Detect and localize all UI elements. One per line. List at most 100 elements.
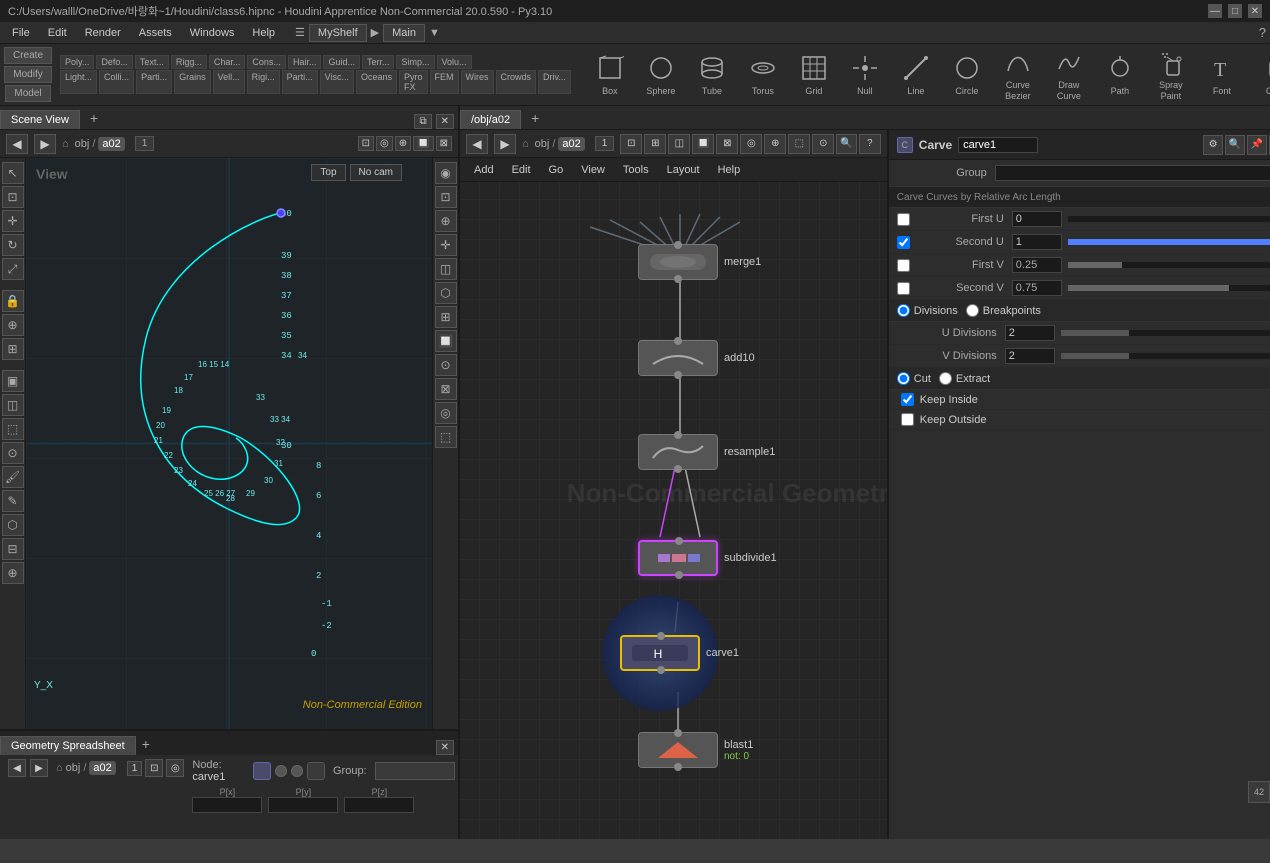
text-btn[interactable]: Text... <box>135 55 169 69</box>
rs-btn7[interactable]: ⊞ <box>435 306 457 328</box>
props-vdiv-input[interactable] <box>1005 348 1055 364</box>
fem-btn[interactable]: FEM <box>430 70 459 94</box>
props-pin-btn[interactable]: 📌 <box>1247 135 1267 155</box>
tool-curve-bezier[interactable]: Curve Bezier <box>993 46 1043 104</box>
defo-btn[interactable]: Defo... <box>96 55 133 69</box>
props-extract-label[interactable]: Extract <box>939 372 990 385</box>
geo-back-btn[interactable]: ◀ <box>8 759 26 777</box>
rs-btn11[interactable]: ◎ <box>435 402 457 424</box>
ne-menu-tools[interactable]: Tools <box>615 162 657 178</box>
node-subdivide1[interactable] <box>638 540 718 576</box>
side-view1[interactable]: ▣ <box>2 370 24 392</box>
menu-help[interactable]: Help <box>244 25 283 41</box>
side-sculpt[interactable]: ✎ <box>2 490 24 512</box>
cons-btn[interactable]: Cons... <box>247 55 286 69</box>
rs-btn10[interactable]: ⊠ <box>435 378 457 400</box>
simp-btn[interactable]: Simp... <box>396 55 434 69</box>
rs-btn8[interactable]: 🔲 <box>435 330 457 352</box>
create-btn[interactable]: Create <box>4 47 52 64</box>
ne-search-btn[interactable]: 🔍 <box>836 134 856 154</box>
rs-btn1[interactable]: ◉ <box>435 162 457 184</box>
side-select[interactable]: ↖ <box>2 162 24 184</box>
ne-icon1[interactable]: ⊡ <box>620 134 642 154</box>
hair-btn[interactable]: Hair... <box>288 55 322 69</box>
wires-btn[interactable]: Wires <box>461 70 494 94</box>
ne-menu-edit[interactable]: Edit <box>504 162 539 178</box>
side-blend[interactable]: ⬡ <box>2 514 24 536</box>
my-shelf-btn[interactable]: MyShelf <box>309 24 367 42</box>
ne-icon7[interactable]: ⊕ <box>764 134 786 154</box>
tool-box[interactable]: Box <box>585 46 635 104</box>
ne-icon9[interactable]: ⊙ <box>812 134 834 154</box>
side-scale[interactable]: ⤢ <box>2 258 24 280</box>
side-view2[interactable]: ◫ <box>2 394 24 416</box>
help-icon[interactable]: ? <box>1259 25 1266 40</box>
view-icon-2[interactable]: ◎ <box>376 136 393 151</box>
ne-menu-view[interactable]: View <box>573 162 613 178</box>
tab-node-editor[interactable]: /obj/a02 <box>460 110 521 129</box>
char-btn[interactable]: Char... <box>209 55 246 69</box>
menu-render[interactable]: Render <box>77 25 129 41</box>
side-snap[interactable]: 🔒 <box>2 290 24 312</box>
shelf-arrow[interactable]: ▶ <box>371 26 379 39</box>
colli-btn[interactable]: Colli... <box>99 70 134 94</box>
props-search-btn[interactable]: 🔍 <box>1225 135 1245 155</box>
props-secondV-input[interactable] <box>1012 280 1062 296</box>
tab-scene-view[interactable]: Scene View <box>0 110 80 129</box>
rs-btn4[interactable]: ✛ <box>435 234 457 256</box>
px-input[interactable] <box>192 797 262 813</box>
view-icon-5[interactable]: ⊠ <box>436 136 452 151</box>
path-obj[interactable]: obj <box>75 138 90 150</box>
menu-edit[interactable]: Edit <box>40 25 75 41</box>
ne-back-btn[interactable]: ◀ <box>466 134 488 154</box>
props-secondU-slider-track[interactable] <box>1068 239 1270 245</box>
geo-forward-btn[interactable]: ▶ <box>30 759 48 777</box>
tool-spray-paint[interactable]: Spray Paint <box>1146 46 1196 104</box>
side-handles[interactable]: ⊞ <box>2 338 24 360</box>
tool-tube[interactable]: Tube <box>687 46 737 104</box>
geo-icon-btn[interactable]: ⊡ <box>145 759 163 777</box>
ne-icon6[interactable]: ◎ <box>740 134 762 154</box>
crowds-btn[interactable]: Crowds <box>496 70 537 94</box>
nav-back-btn[interactable]: ◀ <box>6 134 28 154</box>
node-blast1[interactable] <box>638 732 718 768</box>
props-keepinside-checkbox[interactable] <box>901 393 914 406</box>
tool-null[interactable]: Null <box>840 46 890 104</box>
geo-icon-btn2[interactable]: ◎ <box>166 759 184 777</box>
view-angle-btn[interactable]: Top <box>311 164 345 181</box>
parti-btn[interactable]: Parti... <box>136 70 172 94</box>
props-firstV-input[interactable] <box>1012 257 1062 273</box>
tool-sphere[interactable]: Sphere <box>636 46 686 104</box>
ne-icon2[interactable]: ⊞ <box>644 134 666 154</box>
ne-icon8[interactable]: ⬚ <box>788 134 810 154</box>
view-icon-4[interactable]: 🔲 <box>413 136 433 151</box>
rs-btn9[interactable]: ⊙ <box>435 354 457 376</box>
tool-path[interactable]: Path <box>1095 46 1145 104</box>
props-breakpoints-label[interactable]: Breakpoints <box>966 304 1041 317</box>
tool-font[interactable]: T Font <box>1197 46 1247 104</box>
ne-obj-path[interactable]: obj <box>535 138 550 150</box>
props-keepoutside-checkbox[interactable] <box>901 413 914 426</box>
ne-tab-add-btn[interactable]: + <box>523 107 547 129</box>
pyrofx-btn[interactable]: Pyro FX <box>399 70 428 94</box>
node-resample1[interactable] <box>638 434 718 470</box>
rs-btn2[interactable]: ⊡ <box>435 186 457 208</box>
driv-btn[interactable]: Driv... <box>538 70 571 94</box>
node-merge1[interactable] <box>638 244 718 280</box>
props-vdiv-slider[interactable] <box>1061 353 1270 359</box>
props-firstV-checkbox[interactable] <box>897 259 910 272</box>
props-node-name-input[interactable] <box>958 137 1038 153</box>
bottom-panel-close[interactable]: ✕ <box>436 740 454 755</box>
view-icon-3[interactable]: ⊕ <box>395 136 411 151</box>
side-select2[interactable]: ⊡ <box>2 186 24 208</box>
maximize-btn[interactable]: □ <box>1228 4 1242 18</box>
panel-close-btn[interactable]: ✕ <box>436 114 454 129</box>
poly-btn[interactable]: Poly... <box>60 55 94 69</box>
props-divisions-radio[interactable] <box>897 304 910 317</box>
grains-btn[interactable]: Grains <box>174 70 211 94</box>
tool-grid[interactable]: Grid <box>789 46 839 104</box>
rigi-btn[interactable]: Rigi... <box>247 70 280 94</box>
ne-menu-add[interactable]: Add <box>466 162 502 178</box>
bottom-tab-add[interactable]: + <box>136 733 156 755</box>
ne-icon4[interactable]: 🔲 <box>692 134 714 154</box>
